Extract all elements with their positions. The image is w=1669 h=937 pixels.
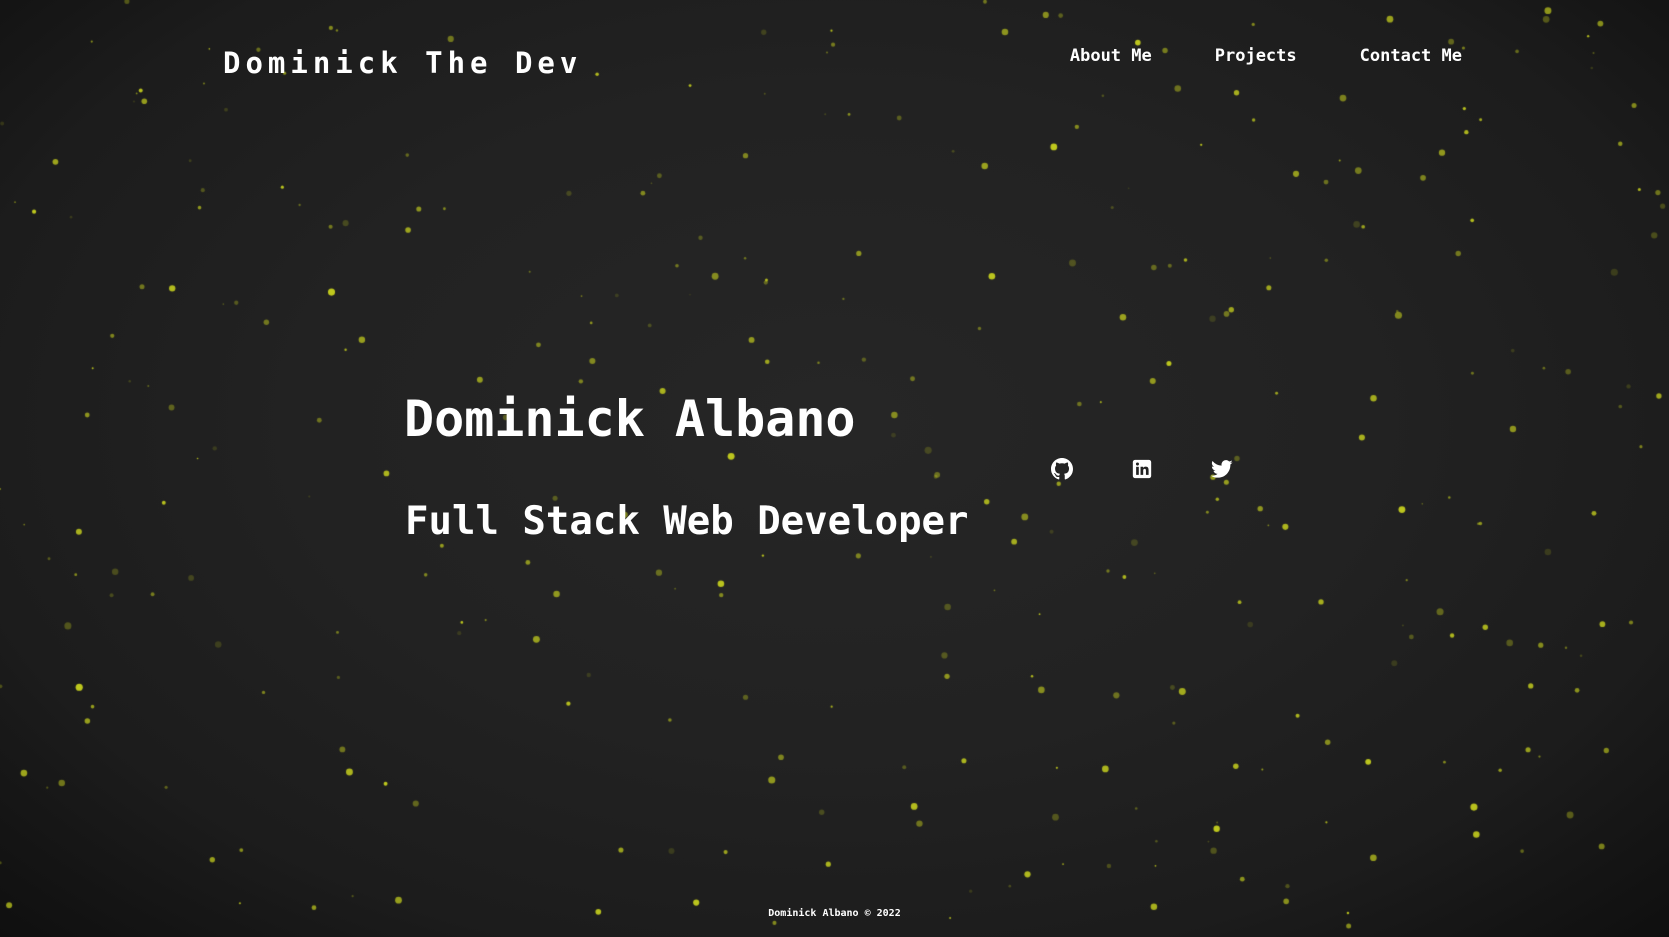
main-nav: About Me Projects Contact Me	[1070, 46, 1462, 66]
hero-title: Full Stack Web Developer	[405, 499, 969, 544]
footer-copyright: Dominick Albano © 2022	[768, 908, 901, 919]
site-brand[interactable]: Dominick The Dev	[223, 46, 582, 80]
social-links	[1051, 458, 1233, 480]
nav-about-me[interactable]: About Me	[1070, 46, 1152, 66]
hero-name: Dominick Albano	[404, 390, 856, 448]
particles-background	[0, 0, 1669, 937]
linkedin-icon	[1132, 459, 1152, 479]
nav-contact-me[interactable]: Contact Me	[1360, 46, 1462, 66]
linkedin-link[interactable]	[1131, 458, 1153, 480]
twitter-link[interactable]	[1211, 458, 1233, 480]
page-background: Dominick The Dev About Me Projects Conta…	[0, 0, 1669, 937]
twitter-icon	[1211, 460, 1233, 478]
nav-projects[interactable]: Projects	[1215, 46, 1297, 66]
github-icon	[1051, 458, 1073, 480]
github-link[interactable]	[1051, 458, 1073, 480]
